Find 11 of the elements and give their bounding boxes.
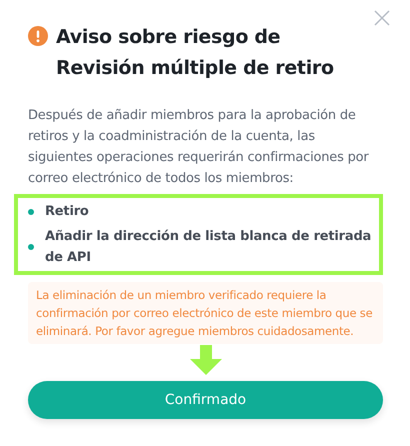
down-arrow-icon [190, 345, 222, 375]
warning-note: La eliminación de un miembro verificado requiere la confirmación por correo electrónico de este miembro que se eliminará. Por favor agregue miembros cuidadosamente. [28, 282, 383, 344]
dialog-title: Aviso sobre riesgo de Revisión múltiple de retiro [56, 25, 335, 81]
bullet-icon [28, 208, 34, 214]
bullet-icon [28, 244, 34, 250]
operation-item: Retiro [45, 203, 89, 221]
warning-icon [28, 26, 48, 46]
confirm-button[interactable]: Confirmado [28, 381, 383, 419]
intro-text: Después de añadir miembros para la aprobación de retiros y la coadministración de la cuenta, las siguientes operaciones requerirán confirmaciones por correo electrónico de todos los miembros: [28, 107, 370, 188]
operation-item: Añadir la dirección de lista blanca de retirada de API [45, 228, 372, 267]
close-icon[interactable] [374, 10, 390, 26]
